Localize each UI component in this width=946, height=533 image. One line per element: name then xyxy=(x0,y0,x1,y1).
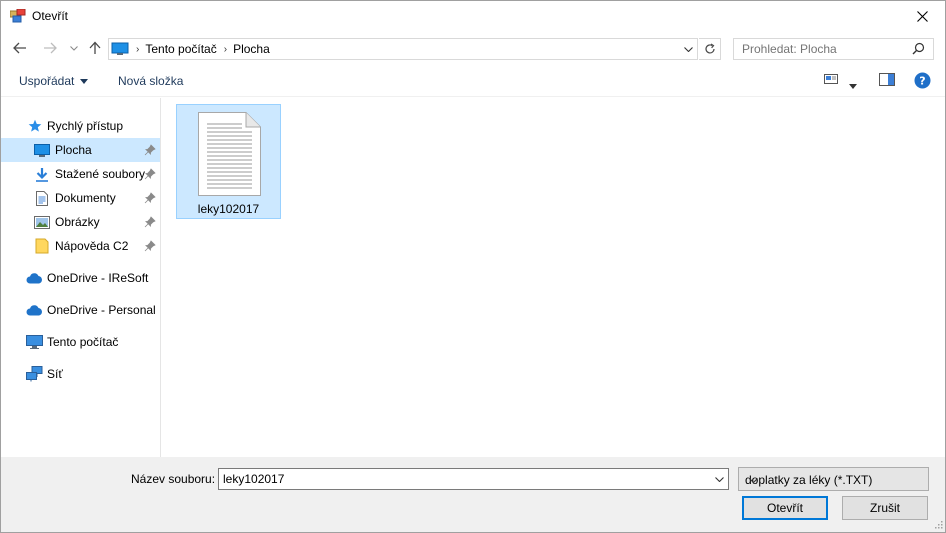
chevron-down-icon xyxy=(714,476,724,482)
file-type-dropdown[interactable] xyxy=(745,472,761,488)
address-row: › Tento počítač › Plocha xyxy=(1,32,945,65)
filename-combobox[interactable] xyxy=(218,468,729,490)
window-title: Otevřít xyxy=(32,9,69,23)
pin-icon[interactable] xyxy=(144,240,156,252)
arrow-up-icon xyxy=(89,41,101,54)
close-icon xyxy=(916,11,928,22)
file-name: leky102017 xyxy=(197,202,260,216)
resize-grip-icon[interactable] xyxy=(933,518,943,532)
help-button[interactable]: ? xyxy=(914,72,931,92)
nav-item-documents[interactable]: Dokumenty xyxy=(1,186,160,210)
file-item[interactable]: leky102017 xyxy=(176,104,281,219)
nav-this-pc-label: Tento počítač xyxy=(47,335,119,349)
file-list[interactable]: leky102017 xyxy=(162,98,945,457)
nav-onedrive-iresoft[interactable]: OneDrive - IReSoft xyxy=(1,266,160,290)
desktop-icon xyxy=(33,142,51,158)
filename-label: Název souboru: xyxy=(131,472,216,486)
chevron-down-icon xyxy=(70,45,78,51)
bottom-panel: Název souboru: doplatky za léky (*.TXT) … xyxy=(1,457,945,532)
close-button[interactable] xyxy=(899,1,945,32)
address-dropdown-button[interactable] xyxy=(680,41,696,57)
organize-label: Uspořádat xyxy=(19,74,75,88)
preview-pane-button[interactable] xyxy=(879,73,895,89)
caret-down-icon xyxy=(80,78,89,84)
nav-item-downloads[interactable]: Stažené soubory xyxy=(1,162,160,186)
network-icon xyxy=(25,366,43,382)
file-type-value: doplatky za léky (*.TXT) xyxy=(745,473,873,487)
svg-text:?: ? xyxy=(919,75,925,88)
breadcrumb-separator-icon: › xyxy=(136,43,140,55)
cancel-button[interactable]: Zrušit xyxy=(842,496,928,520)
filename-input[interactable] xyxy=(223,471,703,487)
cloud-icon xyxy=(25,270,43,286)
nav-item-help-c2[interactable]: Nápověda C2 xyxy=(1,234,160,258)
nav-item-label: Obrázky xyxy=(55,215,100,229)
nav-item-pictures[interactable]: Obrázky xyxy=(1,210,160,234)
help-icon: ? xyxy=(914,72,931,89)
nav-onedrive-personal[interactable]: OneDrive - Personal xyxy=(1,298,160,322)
nav-item-label: Stažené soubory xyxy=(55,167,146,181)
new-folder-button[interactable]: Nová složka xyxy=(118,74,183,88)
folder-icon xyxy=(33,238,51,254)
file-type-select[interactable]: doplatky za léky (*.TXT) xyxy=(738,467,929,491)
star-icon xyxy=(26,118,44,134)
nav-item-label: Dokumenty xyxy=(55,191,116,205)
nav-item-label: Plocha xyxy=(55,143,92,157)
chevron-down-icon xyxy=(683,46,693,52)
arrow-right-icon xyxy=(44,42,57,54)
caret-down-icon xyxy=(849,84,857,89)
view-options-button[interactable] xyxy=(824,73,838,88)
breadcrumb-this-pc[interactable]: Tento počítač xyxy=(145,42,216,56)
organize-button[interactable]: Uspořádat xyxy=(19,74,89,88)
address-bar[interactable]: › Tento počítač › Plocha xyxy=(108,38,698,60)
document-icon xyxy=(33,190,51,206)
search-icon xyxy=(912,42,925,58)
nav-item-label: Nápověda C2 xyxy=(55,239,129,253)
open-file-dialog: Otevřít › Tento počítač › Plocha Prohled… xyxy=(0,0,946,533)
nav-network-label: Síť xyxy=(47,367,63,381)
command-bar: Uspořádat Nová složka ? xyxy=(1,65,945,97)
up-button[interactable] xyxy=(86,40,104,56)
nav-network[interactable]: Síť xyxy=(1,362,160,386)
pin-icon[interactable] xyxy=(144,192,156,204)
title-bar: Otevřít xyxy=(1,1,945,32)
text-file-icon xyxy=(198,112,261,199)
nav-quick-access-label: Rychlý přístup xyxy=(47,119,124,133)
open-button[interactable]: Otevřít xyxy=(742,496,828,520)
monitor-icon xyxy=(25,334,43,350)
breadcrumb-separator-icon: › xyxy=(223,43,228,55)
refresh-icon xyxy=(704,43,715,54)
nav-quick-access[interactable]: Rychlý přístup xyxy=(1,114,160,138)
app-icon xyxy=(9,8,26,23)
recent-locations-button[interactable] xyxy=(65,40,83,56)
chevron-down-icon xyxy=(748,477,758,483)
arrow-left-icon xyxy=(13,42,26,54)
navigation-pane: Rychlý přístup Plocha Stažené soubory Do… xyxy=(1,98,161,457)
picture-icon xyxy=(33,214,51,230)
pin-icon[interactable] xyxy=(144,216,156,228)
nav-item-desktop[interactable]: Plocha xyxy=(1,138,160,162)
nav-this-pc[interactable]: Tento počítač xyxy=(1,330,160,354)
pin-icon[interactable] xyxy=(144,168,156,180)
back-button[interactable] xyxy=(11,40,29,56)
filename-dropdown-button[interactable] xyxy=(711,471,727,487)
preview-pane-icon xyxy=(879,73,895,86)
monitor-icon xyxy=(111,42,129,56)
view-icon xyxy=(824,74,838,84)
forward-button[interactable] xyxy=(41,40,59,56)
download-arrow-icon xyxy=(33,166,51,182)
nav-onedrive-iresoft-label: OneDrive - IReSoft xyxy=(47,271,149,285)
view-dropdown-button[interactable] xyxy=(849,78,857,92)
search-input[interactable] xyxy=(742,40,918,58)
pin-icon[interactable] xyxy=(144,144,156,156)
search-box[interactable] xyxy=(733,38,934,60)
cloud-icon xyxy=(25,302,43,318)
refresh-button[interactable] xyxy=(699,38,721,60)
nav-onedrive-personal-label: OneDrive - Personal xyxy=(47,303,156,317)
breadcrumb-desktop[interactable]: Plocha xyxy=(233,42,270,56)
